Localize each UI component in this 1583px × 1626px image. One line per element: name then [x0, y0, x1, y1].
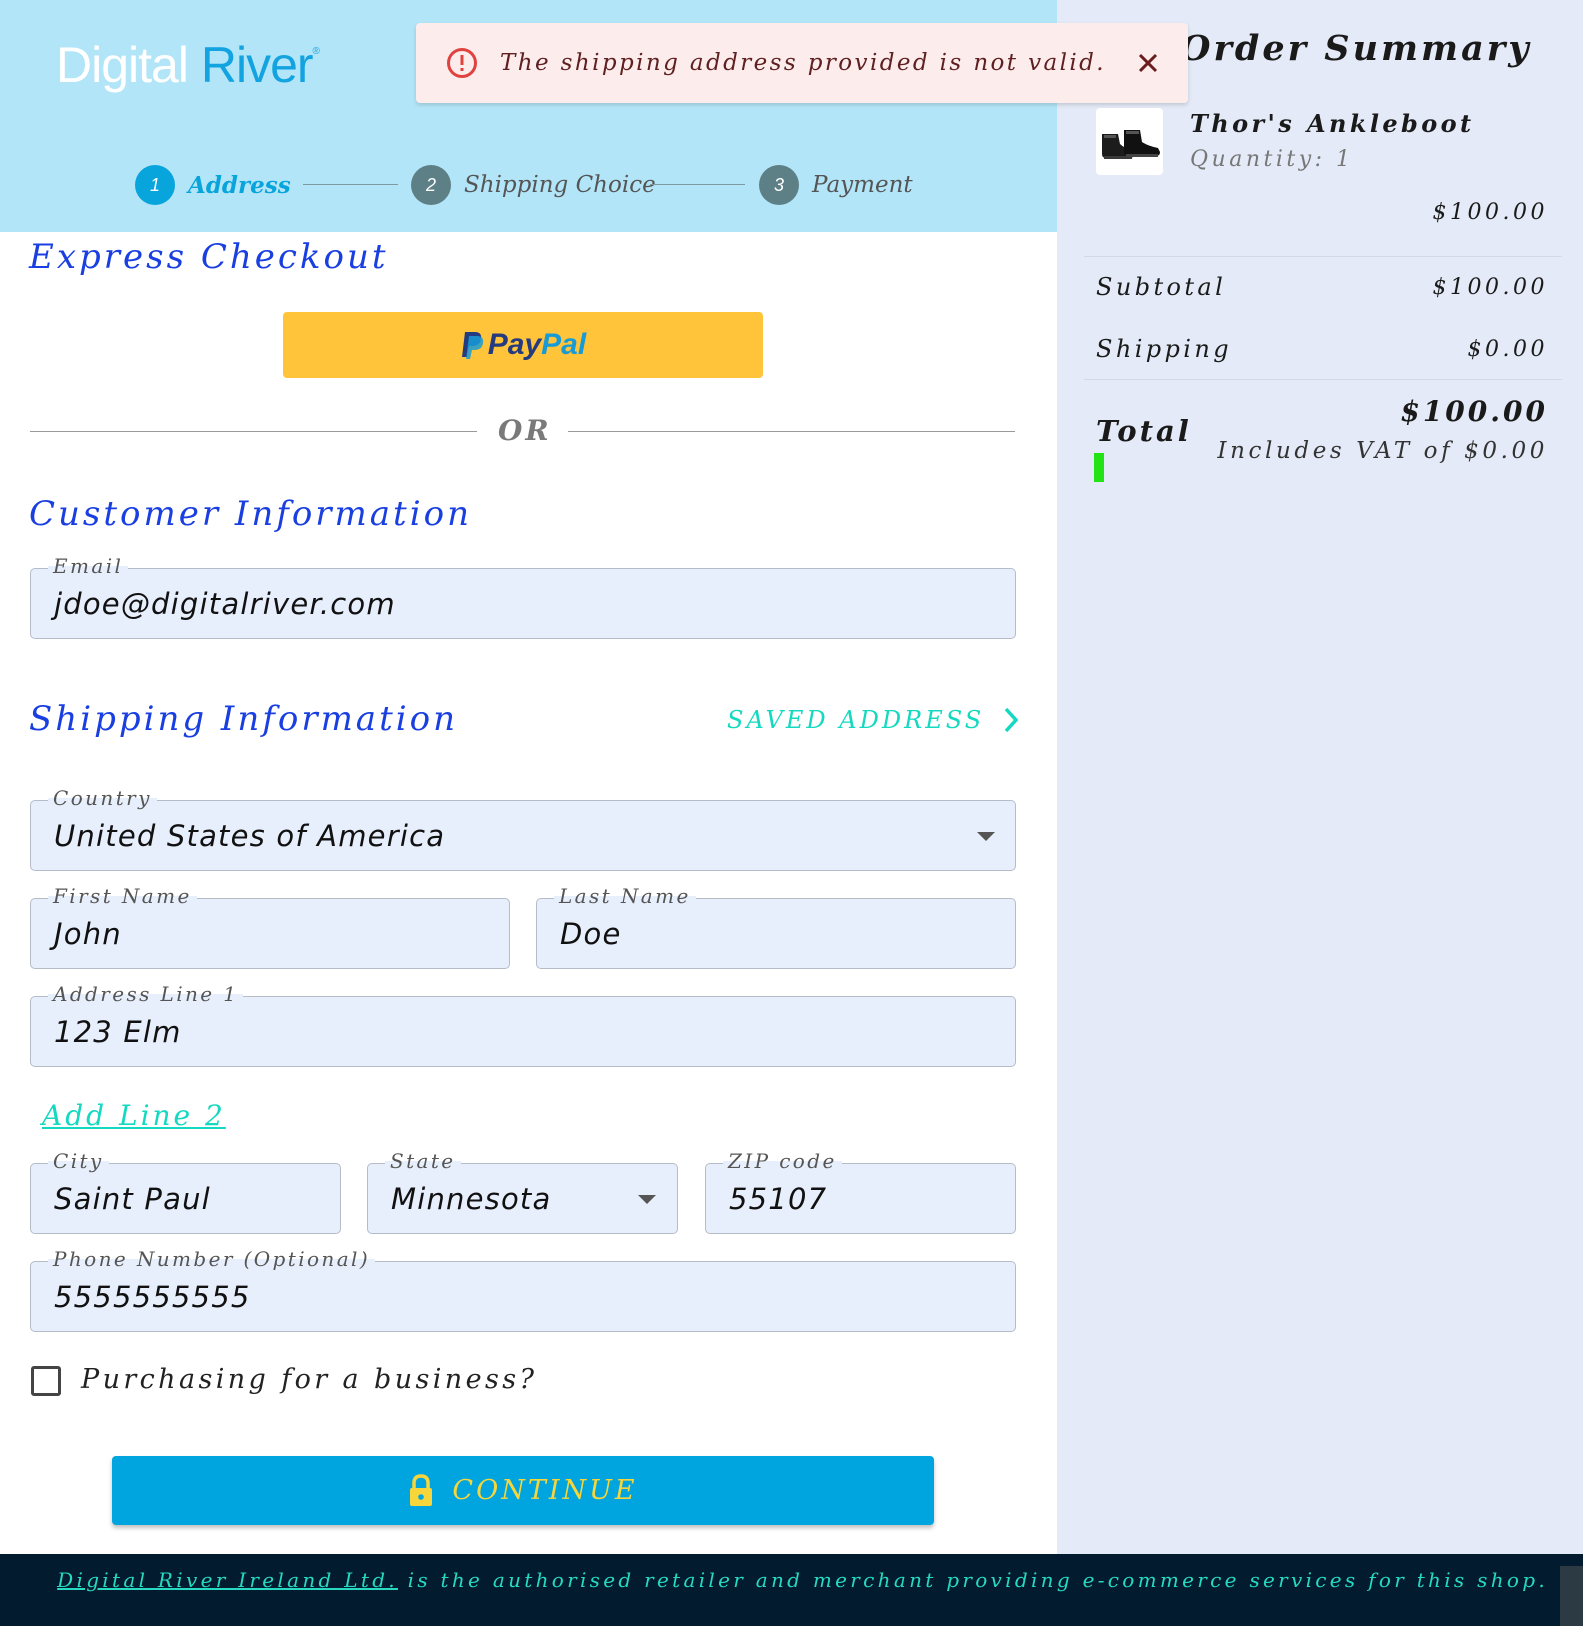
step-number: 1 [135, 165, 175, 205]
error-banner: The shipping address provided is not val… [416, 23, 1188, 103]
step-connector [650, 184, 745, 185]
status-marker [1094, 453, 1104, 482]
shipping-label: Shipping [1096, 335, 1232, 363]
customer-information-title: Customer Information [29, 494, 472, 534]
zip-code-label: ZIP code [723, 1149, 842, 1173]
last-name-label: Last Name [554, 884, 696, 908]
email-field[interactable]: Email jdoe@digitalriver.com [30, 554, 1016, 639]
step-number: 2 [411, 165, 451, 205]
chevron-down-icon [977, 832, 995, 841]
country-select[interactable]: Country United States of America [30, 786, 1016, 871]
state-select[interactable]: State Minnesota [367, 1149, 678, 1234]
country-label: Country [48, 786, 157, 810]
business-checkbox-label[interactable]: Purchasing for a business? [81, 1364, 537, 1395]
address-line-1-label: Address Line 1 [48, 982, 244, 1006]
divider-line [30, 431, 477, 432]
product-quantity: Quantity: 1 [1190, 147, 1354, 172]
step-label: Address [188, 171, 291, 199]
order-summary-title: Order Summary [1180, 28, 1532, 69]
continue-button[interactable]: CONTINUE [112, 1456, 934, 1525]
step-number: 3 [759, 165, 799, 205]
city-field[interactable]: City Saint Paul [30, 1149, 341, 1234]
express-checkout-title: Express Checkout [29, 237, 389, 277]
first-name-field[interactable]: First Name John [30, 884, 510, 969]
email-value: jdoe@digitalriver.com [54, 587, 396, 621]
step-shipping-choice[interactable]: 2 Shipping Choice [411, 165, 656, 205]
saved-address-label: SAVED ADDRESS [727, 706, 985, 734]
address-line-1-field[interactable]: Address Line 1 123 Elm [30, 982, 1016, 1067]
error-message: The shipping address provided is not val… [500, 50, 1106, 76]
paypal-label-pal: Pal [541, 328, 587, 361]
city-value: Saint Paul [54, 1182, 211, 1216]
total-label: Total [1096, 414, 1192, 448]
state-value: Minnesota [391, 1182, 552, 1216]
summary-divider [1084, 379, 1562, 380]
step-label: Shipping Choice [464, 172, 656, 198]
chevron-right-icon [1004, 707, 1019, 733]
divider-line [568, 431, 1015, 432]
state-label: State [385, 1149, 461, 1173]
lock-icon [410, 1473, 433, 1506]
step-label: Payment [812, 172, 913, 198]
paypal-icon [461, 332, 483, 359]
footer-text: Digital River Ireland Ltd. is the author… [57, 1568, 1548, 1592]
continue-label: CONTINUE [452, 1475, 638, 1506]
shipping-information-title: Shipping Information [29, 699, 458, 739]
first-name-label: First Name [48, 884, 197, 908]
step-address[interactable]: 1 Address [135, 165, 291, 205]
last-name-field[interactable]: Last Name Doe [536, 884, 1016, 969]
step-payment[interactable]: 3 Payment [759, 165, 913, 205]
digital-river-logo[interactable]: Digital River® [56, 36, 320, 94]
zip-code-field[interactable]: ZIP code 55107 [705, 1149, 1016, 1234]
total-value: $100.00 [1400, 395, 1548, 428]
first-name-value: John [54, 917, 122, 951]
summary-divider [1084, 256, 1562, 257]
step-connector [303, 184, 398, 185]
last-name-value: Doe [560, 917, 622, 951]
saved-address-link[interactable]: SAVED ADDRESS [727, 705, 1022, 735]
footer-statement: is the authorised retailer and merchant … [397, 1568, 1548, 1592]
digital-river-ireland-link[interactable]: Digital River Ireland Ltd. [57, 1568, 398, 1592]
shipping-value: $0.00 [1467, 337, 1548, 362]
error-circle-icon [447, 48, 477, 78]
phone-number-label: Phone Number (Optional) [48, 1247, 376, 1271]
business-checkbox[interactable] [31, 1366, 61, 1396]
chevron-down-icon [638, 1195, 656, 1204]
zip-code-value: 55107 [729, 1182, 828, 1216]
email-label: Email [48, 554, 129, 578]
address-line-1-value: 123 Elm [54, 1015, 182, 1049]
add-line-2-link[interactable]: Add Line 2 [42, 1099, 226, 1132]
order-summary-panel [1057, 0, 1583, 1554]
or-separator: OR [498, 414, 552, 447]
product-price: $100.00 [1432, 200, 1548, 225]
phone-number-value: 5555555555 [54, 1280, 251, 1314]
subtotal-label: Subtotal [1096, 273, 1227, 301]
paypal-label-pay: Pay [487, 328, 542, 361]
city-label: City [48, 1149, 109, 1173]
product-thumbnail [1096, 108, 1163, 175]
subtotal-value: $100.00 [1432, 275, 1548, 300]
phone-number-field[interactable]: Phone Number (Optional) 5555555555 [30, 1247, 1016, 1332]
paypal-button[interactable]: PayPal [283, 312, 763, 378]
ankleboot-image-icon [1102, 130, 1160, 159]
close-icon[interactable] [1134, 49, 1162, 77]
vat-text: Includes VAT of $0.00 [1217, 438, 1548, 464]
country-value: United States of America [54, 819, 446, 853]
scrollbar-thumb[interactable] [1560, 1566, 1583, 1626]
product-name: Thor's Ankleboot [1190, 109, 1475, 138]
